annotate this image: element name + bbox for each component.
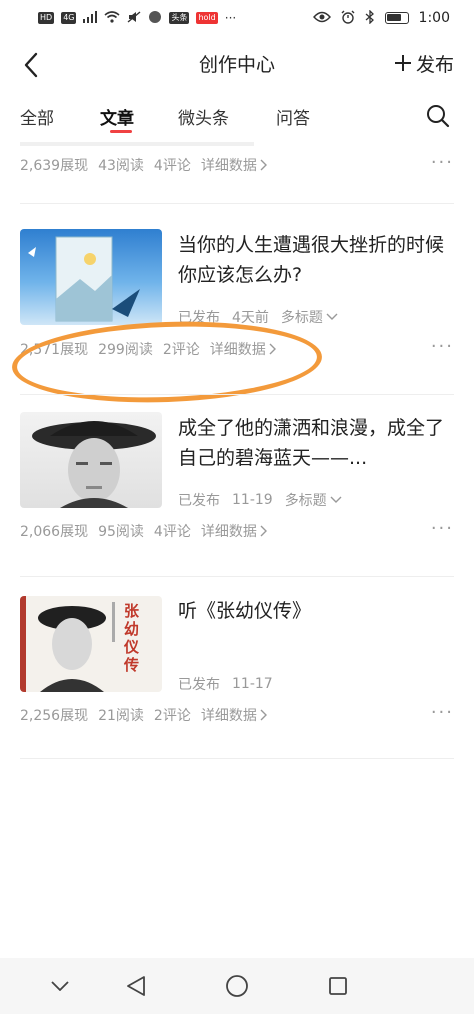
status-bar: HD 4G 头条 hold ··· 1:00 [0, 0, 474, 36]
detail-data-label: 详细数据 [200, 524, 257, 540]
signal-icon [83, 10, 98, 26]
status-bar-left: HD 4G 头条 hold ··· [38, 10, 236, 27]
article-title[interactable]: 听《张幼仪传》 [178, 596, 446, 626]
article-meta: 已发布 11-19 多标题 [178, 490, 342, 510]
multi-title-label: 多标题 [280, 310, 323, 326]
alarm-icon [341, 10, 355, 27]
search-icon [427, 105, 450, 128]
app-badge: hold [196, 12, 218, 24]
chevron-down-icon [51, 981, 69, 991]
reads-count: 95阅读 [98, 524, 144, 540]
system-back-button[interactable] [122, 972, 150, 1000]
views-count: 2,066展现 [20, 524, 89, 540]
detail-data-link[interactable]: 详细数据 [201, 155, 267, 175]
wifi-icon [104, 10, 121, 26]
battery-icon [384, 12, 409, 24]
divider [20, 758, 454, 759]
publish-time: 11-17 [232, 676, 273, 692]
tab-articles[interactable]: 文章 [100, 104, 134, 129]
multi-title-toggle[interactable]: 多标题 [285, 490, 342, 510]
publish-status: 已发布 [178, 677, 220, 693]
app-icon [148, 10, 162, 27]
collapse-nav-button[interactable] [46, 972, 74, 1000]
more-options-button[interactable]: ··· [431, 518, 454, 539]
multi-title-label: 多标题 [284, 493, 327, 509]
article-thumbnail[interactable] [20, 229, 162, 325]
plus-icon [394, 52, 412, 76]
reads-count: 43阅读 [98, 158, 144, 174]
book-cover-title: 张幼仪传 [124, 602, 140, 674]
divider [20, 394, 454, 395]
article-title[interactable]: 当你的人生遭遇很大挫折的时候你应该怎么办? [178, 230, 446, 290]
publish-status: 已发布 [178, 493, 220, 509]
eye-icon [312, 11, 331, 26]
partial-thumb-edge [20, 142, 254, 146]
header: 创作中心 发布 [0, 40, 474, 88]
article-stats: 2,256展现 21阅读 2评论 详细数据 [20, 705, 267, 725]
toutiao-app-badge: 头条 [169, 12, 190, 24]
more-options-button[interactable]: ··· [431, 336, 454, 357]
publish-button[interactable]: 发布 [394, 50, 454, 77]
article-thumbnail[interactable]: 张幼仪传 [20, 596, 162, 692]
tab-bar: 全部 文章 微头条 问答 [0, 98, 474, 138]
chevron-right-icon [260, 709, 267, 721]
square-recents-icon [329, 977, 347, 995]
article-stats: 2,066展现 95阅读 4评论 详细数据 [20, 521, 267, 541]
detail-data-label: 详细数据 [200, 708, 257, 724]
detail-data-label: 详细数据 [200, 158, 257, 174]
tab-micro-headlines[interactable]: 微头条 [178, 104, 229, 129]
chevron-right-icon [260, 525, 267, 537]
hd-indicator: HD [38, 12, 55, 24]
status-bar-right: 1:00 [312, 8, 450, 27]
divider [20, 203, 454, 204]
circle-home-icon [226, 975, 248, 997]
publish-time: 11-19 [232, 492, 273, 508]
views-count: 2,256展现 [20, 708, 89, 724]
system-recents-button[interactable] [324, 972, 352, 1000]
comments-count: 4评论 [153, 524, 191, 540]
mute-icon [127, 10, 141, 26]
bluetooth-icon [365, 8, 375, 27]
chevron-down-icon [326, 313, 338, 320]
more-notifications-icon: ··· [224, 11, 237, 25]
network-indicator: 4G [61, 12, 77, 24]
more-options-button[interactable]: ··· [431, 152, 454, 173]
views-count: 2,639展现 [20, 158, 89, 174]
article-thumbnail[interactable] [20, 412, 162, 508]
reads-count: 21阅读 [98, 708, 144, 724]
chevron-down-icon [330, 496, 342, 503]
multi-title-toggle[interactable]: 多标题 [281, 307, 338, 327]
tab-all[interactable]: 全部 [20, 104, 54, 129]
detail-data-link[interactable]: 详细数据 [201, 521, 267, 541]
article-stats: 2,639展现 43阅读 4评论 详细数据 [20, 155, 267, 175]
search-button[interactable] [426, 104, 450, 128]
divider [20, 576, 454, 577]
article-title[interactable]: 成全了他的潇洒和浪漫，成全了自己的碧海蓝天——... [178, 413, 446, 473]
article-meta: 已发布 11-17 [178, 674, 273, 694]
system-navigation-bar [0, 958, 474, 1014]
clock-time: 1:00 [418, 10, 450, 26]
active-tab-indicator [110, 130, 132, 133]
portrait-photo [32, 421, 156, 508]
comments-count: 4评论 [153, 158, 191, 174]
comments-count: 2评论 [153, 708, 191, 724]
chevron-right-icon [260, 159, 267, 171]
publish-label: 发布 [415, 54, 454, 76]
system-home-button[interactable] [223, 972, 251, 1000]
book-cover-image [28, 236, 140, 322]
more-options-button[interactable]: ··· [431, 702, 454, 723]
detail-data-link[interactable]: 详细数据 [201, 705, 267, 725]
tab-qa[interactable]: 问答 [276, 104, 310, 129]
triangle-back-icon [127, 976, 145, 996]
